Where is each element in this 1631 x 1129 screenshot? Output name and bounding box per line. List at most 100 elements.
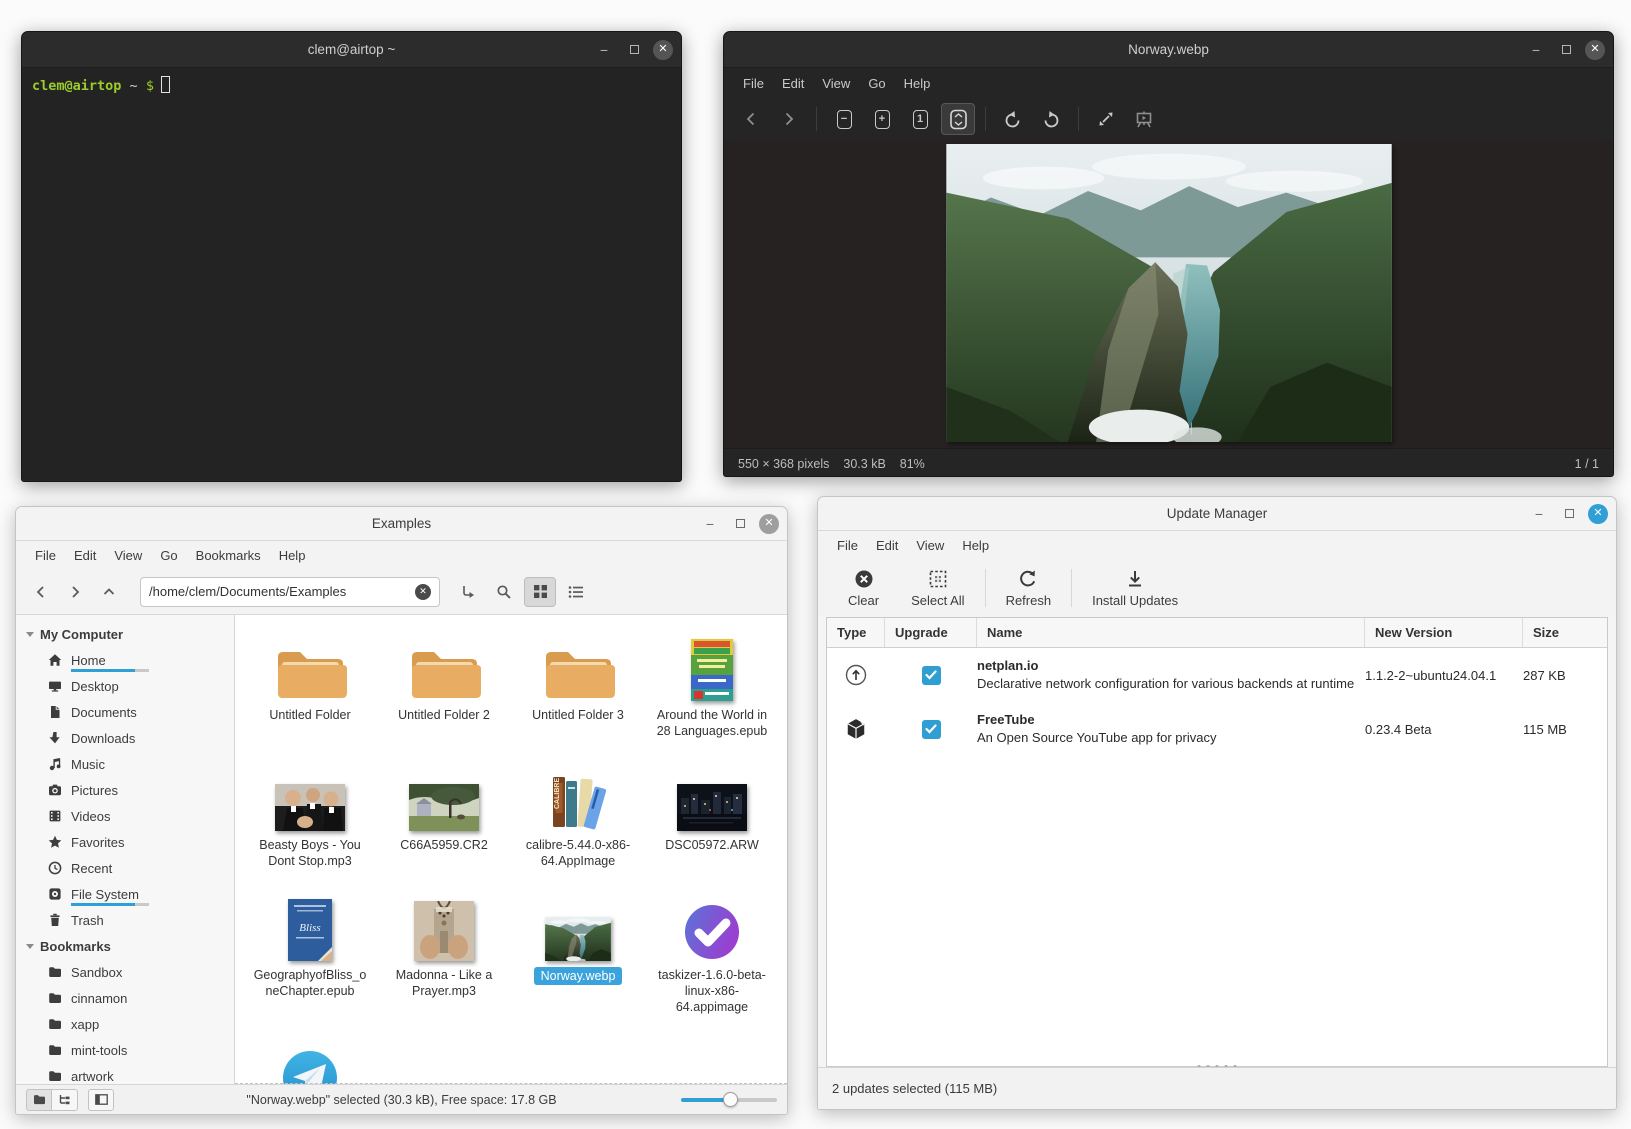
menu-help[interactable]: Help bbox=[895, 73, 940, 94]
menu-edit[interactable]: Edit bbox=[773, 73, 813, 94]
select-all-button[interactable]: Select All bbox=[895, 562, 980, 614]
menu-go[interactable]: Go bbox=[859, 73, 894, 94]
sidebar-item-artwork[interactable]: artwork bbox=[16, 1063, 234, 1084]
maximize-button[interactable] bbox=[623, 39, 645, 61]
um-titlebar[interactable]: Update Manager − ✕ bbox=[818, 497, 1616, 531]
sidebar-item-desktop[interactable]: Desktop bbox=[16, 673, 234, 699]
maximize-button[interactable] bbox=[729, 513, 751, 535]
back-button[interactable] bbox=[26, 578, 56, 606]
menu-help[interactable]: Help bbox=[953, 535, 998, 556]
sidebar-item-xapp[interactable]: xapp bbox=[16, 1011, 234, 1037]
sidebar-item-videos[interactable]: Videos bbox=[16, 803, 234, 829]
file-item[interactable]: Untitled Folder 3 bbox=[511, 629, 645, 739]
column-type[interactable]: Type bbox=[827, 618, 885, 647]
column-name[interactable]: Name bbox=[977, 618, 1365, 647]
menu-edit[interactable]: Edit bbox=[867, 535, 907, 556]
fullscreen-button[interactable] bbox=[1089, 103, 1123, 135]
icon-zoom-slider[interactable] bbox=[681, 1090, 777, 1110]
file-item[interactable]: DSC05972.ARW bbox=[645, 759, 779, 869]
column-new-version[interactable]: New Version bbox=[1365, 618, 1523, 647]
sidebar-item-mint-tools[interactable]: mint-tools bbox=[16, 1037, 234, 1063]
treeview-toggle-button[interactable] bbox=[52, 1089, 78, 1111]
next-image-button[interactable] bbox=[772, 103, 806, 135]
list-view-button[interactable] bbox=[560, 577, 592, 607]
location-entry[interactable]: /home/clem/Documents/Examples ✕ bbox=[140, 577, 440, 607]
file-item[interactable]: Beasty Boys - You Dont Stop.mp3 bbox=[243, 759, 377, 869]
menu-bookmarks[interactable]: Bookmarks bbox=[187, 545, 270, 566]
file-item[interactable]: C66A5959.CR2 bbox=[377, 759, 511, 869]
slider-handle[interactable] bbox=[723, 1092, 738, 1107]
viewer-titlebar[interactable]: Norway.webp − ✕ bbox=[724, 32, 1613, 68]
grid-view-button[interactable] bbox=[524, 577, 556, 607]
nemo-titlebar[interactable]: Examples − ✕ bbox=[16, 507, 787, 541]
minimize-button[interactable]: − bbox=[1528, 503, 1550, 525]
sidebar-item-trash[interactable]: Trash bbox=[16, 907, 234, 933]
update-row[interactable]: netplan.ioDeclarative network configurat… bbox=[827, 648, 1607, 702]
file-item[interactable]: taskizer-1.6.0-beta-linux-x86-64.appimag… bbox=[645, 889, 779, 1015]
slideshow-button[interactable] bbox=[1127, 103, 1161, 135]
menu-file[interactable]: File bbox=[26, 545, 65, 566]
previous-image-button[interactable] bbox=[734, 103, 768, 135]
zoom-out-button[interactable]: − bbox=[827, 103, 861, 135]
close-button[interactable]: ✕ bbox=[653, 40, 673, 60]
forward-button[interactable] bbox=[60, 578, 90, 606]
sidebar-item-home[interactable]: Home bbox=[16, 647, 234, 673]
file-item[interactable]: Around the World in 28 Languages.epub bbox=[645, 629, 779, 739]
terminal-titlebar[interactable]: clem@airtop ~ − ✕ bbox=[22, 32, 681, 68]
update-row[interactable]: FreeTubeAn Open Source YouTube app for p… bbox=[827, 702, 1607, 756]
toggle-location-bar-button[interactable] bbox=[452, 577, 484, 607]
menu-go[interactable]: Go bbox=[151, 545, 186, 566]
normal-size-button[interactable]: 1 bbox=[903, 103, 937, 135]
places-toggle-button[interactable] bbox=[26, 1089, 52, 1111]
upgrade-checkbox[interactable] bbox=[922, 666, 941, 685]
menu-help[interactable]: Help bbox=[270, 545, 315, 566]
menu-view[interactable]: View bbox=[105, 545, 151, 566]
sidebar-item-downloads[interactable]: Downloads bbox=[16, 725, 234, 751]
rotate-left-button[interactable] bbox=[996, 103, 1030, 135]
file-grid-area[interactable]: Untitled Folder Untitled Folder 2 Untitl… bbox=[235, 615, 787, 1084]
file-item[interactable]: CALIBRE calibre-5.44.0-x86-64.AppImage bbox=[511, 759, 645, 869]
minimize-button[interactable]: − bbox=[1525, 39, 1547, 61]
upgrade-checkbox[interactable] bbox=[922, 720, 941, 739]
best-fit-button[interactable] bbox=[941, 103, 975, 135]
file-item[interactable]: Untitled Folder bbox=[243, 629, 377, 739]
minimize-button[interactable]: − bbox=[699, 513, 721, 535]
sidebar-item-cinnamon[interactable]: cinnamon bbox=[16, 985, 234, 1011]
menu-edit[interactable]: Edit bbox=[65, 545, 105, 566]
sidebar-item-pictures[interactable]: Pictures bbox=[16, 777, 234, 803]
hide-sidebar-button[interactable] bbox=[88, 1089, 114, 1111]
terminal-screen[interactable]: clem@airtop ~ $ bbox=[22, 68, 681, 481]
menu-view[interactable]: View bbox=[813, 73, 859, 94]
close-button[interactable]: ✕ bbox=[1585, 40, 1605, 60]
menu-file[interactable]: File bbox=[828, 535, 867, 556]
file-item[interactable]: Madonna - Like a Prayer.mp3 bbox=[377, 889, 511, 1015]
sidebar-item-file-system[interactable]: File System bbox=[16, 881, 234, 907]
install-updates-button[interactable]: Install Updates bbox=[1076, 562, 1194, 614]
sidebar-item-music[interactable]: Music bbox=[16, 751, 234, 777]
sidebar-item-favorites[interactable]: Favorites bbox=[16, 829, 234, 855]
file-item[interactable]: Telegram bbox=[243, 1035, 377, 1084]
up-button[interactable] bbox=[94, 578, 124, 606]
search-button[interactable] bbox=[488, 577, 520, 607]
file-item[interactable]: Bliss GeographyofBliss_oneChapter.epub bbox=[243, 889, 377, 1015]
file-item[interactable]: Untitled Folder 2 bbox=[377, 629, 511, 739]
clear-entry-icon[interactable]: ✕ bbox=[415, 584, 431, 600]
refresh-button[interactable]: Refresh bbox=[990, 562, 1068, 614]
column-upgrade[interactable]: Upgrade bbox=[885, 618, 977, 647]
sidebar-section-my-computer[interactable]: My Computer bbox=[16, 621, 234, 647]
menu-file[interactable]: File bbox=[734, 73, 773, 94]
column-size[interactable]: Size bbox=[1523, 618, 1607, 647]
sidebar-item-recent[interactable]: Recent bbox=[16, 855, 234, 881]
menu-view[interactable]: View bbox=[907, 535, 953, 556]
zoom-in-button[interactable]: + bbox=[865, 103, 899, 135]
maximize-button[interactable] bbox=[1558, 503, 1580, 525]
sidebar-item-documents[interactable]: Documents bbox=[16, 699, 234, 725]
clear-button[interactable]: Clear bbox=[832, 562, 895, 614]
viewer-canvas[interactable] bbox=[724, 140, 1613, 448]
sidebar-item-sandbox[interactable]: Sandbox bbox=[16, 959, 234, 985]
rotate-right-button[interactable] bbox=[1034, 103, 1068, 135]
close-button[interactable]: ✕ bbox=[759, 514, 779, 534]
sidebar-section-bookmarks[interactable]: Bookmarks bbox=[16, 933, 234, 959]
close-button[interactable]: ✕ bbox=[1588, 504, 1608, 524]
file-item-selected[interactable]: Norway.webp bbox=[511, 889, 645, 1015]
